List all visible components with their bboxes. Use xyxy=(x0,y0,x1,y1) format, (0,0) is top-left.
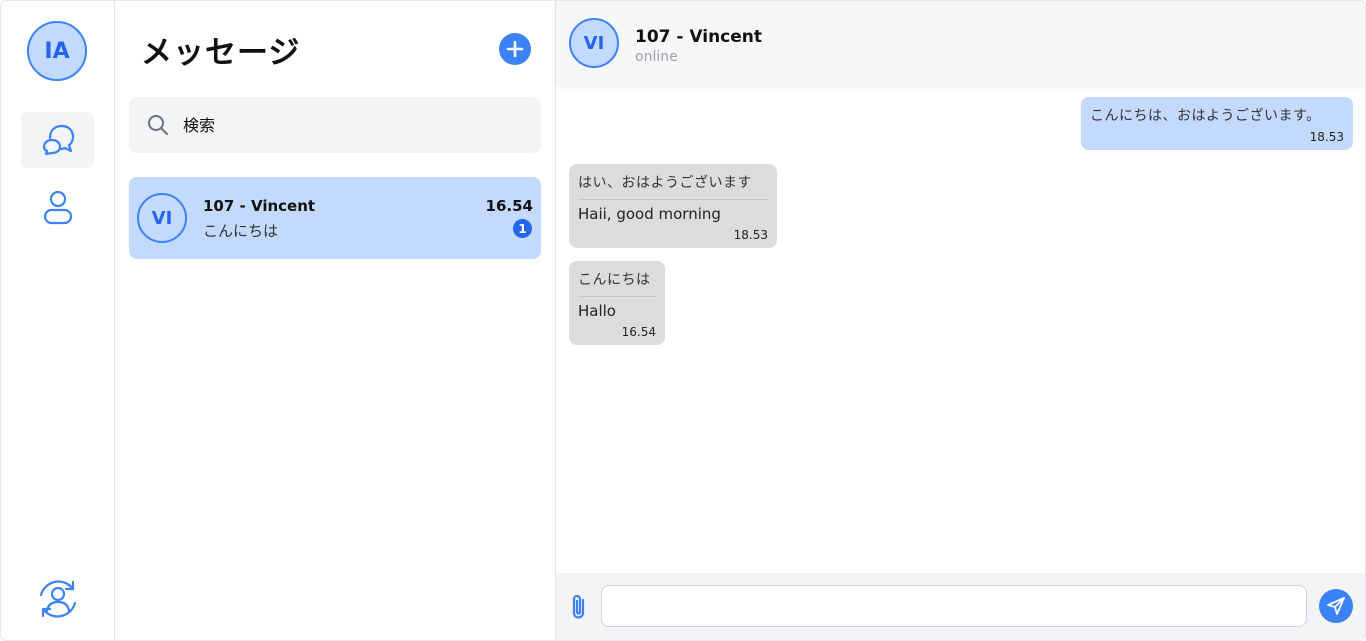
conversation-item[interactable]: VI 107 - Vincent こんにちは 16.54 1 xyxy=(129,177,541,259)
unread-badge: 1 xyxy=(513,219,532,238)
message-composer xyxy=(556,573,1365,640)
attach-button[interactable] xyxy=(567,593,591,625)
nav-rail: IA xyxy=(1,1,115,640)
search-input[interactable] xyxy=(183,115,503,135)
message-time: 18.53 xyxy=(1309,130,1344,144)
nav-contacts-button[interactable] xyxy=(21,179,94,235)
send-icon xyxy=(1327,597,1345,615)
chat-panel: VI 107 - Vincent online こんにちは、おはようございます。… xyxy=(556,1,1365,640)
contact-avatar: VI xyxy=(137,193,187,243)
search-icon xyxy=(147,114,169,136)
message-input[interactable] xyxy=(601,585,1307,627)
chat-contact-name: 107 - Vincent xyxy=(635,27,763,47)
message-text: こんにちは、おはようございます。 xyxy=(1090,108,1321,124)
plus-icon xyxy=(506,40,524,58)
chat-header: VI 107 - Vincent online xyxy=(556,1,1365,85)
new-message-button[interactable] xyxy=(499,33,531,65)
user-icon xyxy=(43,190,72,225)
paperclip-icon xyxy=(572,594,585,619)
conversation-preview: こんにちは xyxy=(203,222,279,240)
conversation-name: 107 - Vincent xyxy=(203,197,316,215)
message-text: こんにちは xyxy=(578,272,651,288)
outgoing-message: こんにちは、おはようございます。 18.53 xyxy=(1081,97,1353,150)
nav-chats-button[interactable] xyxy=(21,112,94,168)
search-box xyxy=(129,97,541,153)
switch-account-icon xyxy=(39,580,76,618)
incoming-message: こんにちは Hallo 16.54 xyxy=(569,261,665,345)
message-text: はい、おはようございます xyxy=(578,175,752,191)
page-title: メッセージ xyxy=(141,35,301,71)
conversation-list-panel: メッセージ VI 107 - Vincent こんにちは 16.54 1 xyxy=(115,1,556,640)
incoming-message: はい、おはようございます Haii, good morning 18.53 xyxy=(569,164,777,248)
messaging-app: IA メッセージ 検索 VI 107 - Vincent こんにちは 16.54… xyxy=(0,0,1366,641)
message-time: 16.54 xyxy=(621,325,656,339)
user-avatar[interactable]: IA xyxy=(27,21,87,81)
chat-bubbles-icon xyxy=(42,124,74,156)
chat-contact-status: online xyxy=(635,49,678,65)
message-translation: Haii, good morning xyxy=(578,199,768,223)
switch-account-button[interactable] xyxy=(21,571,94,627)
chat-contact-avatar[interactable]: VI xyxy=(569,18,619,68)
conversation-time: 16.54 xyxy=(485,197,533,215)
send-button[interactable] xyxy=(1319,589,1353,623)
message-translation: Hallo xyxy=(578,296,656,320)
message-time: 18.53 xyxy=(733,228,768,242)
